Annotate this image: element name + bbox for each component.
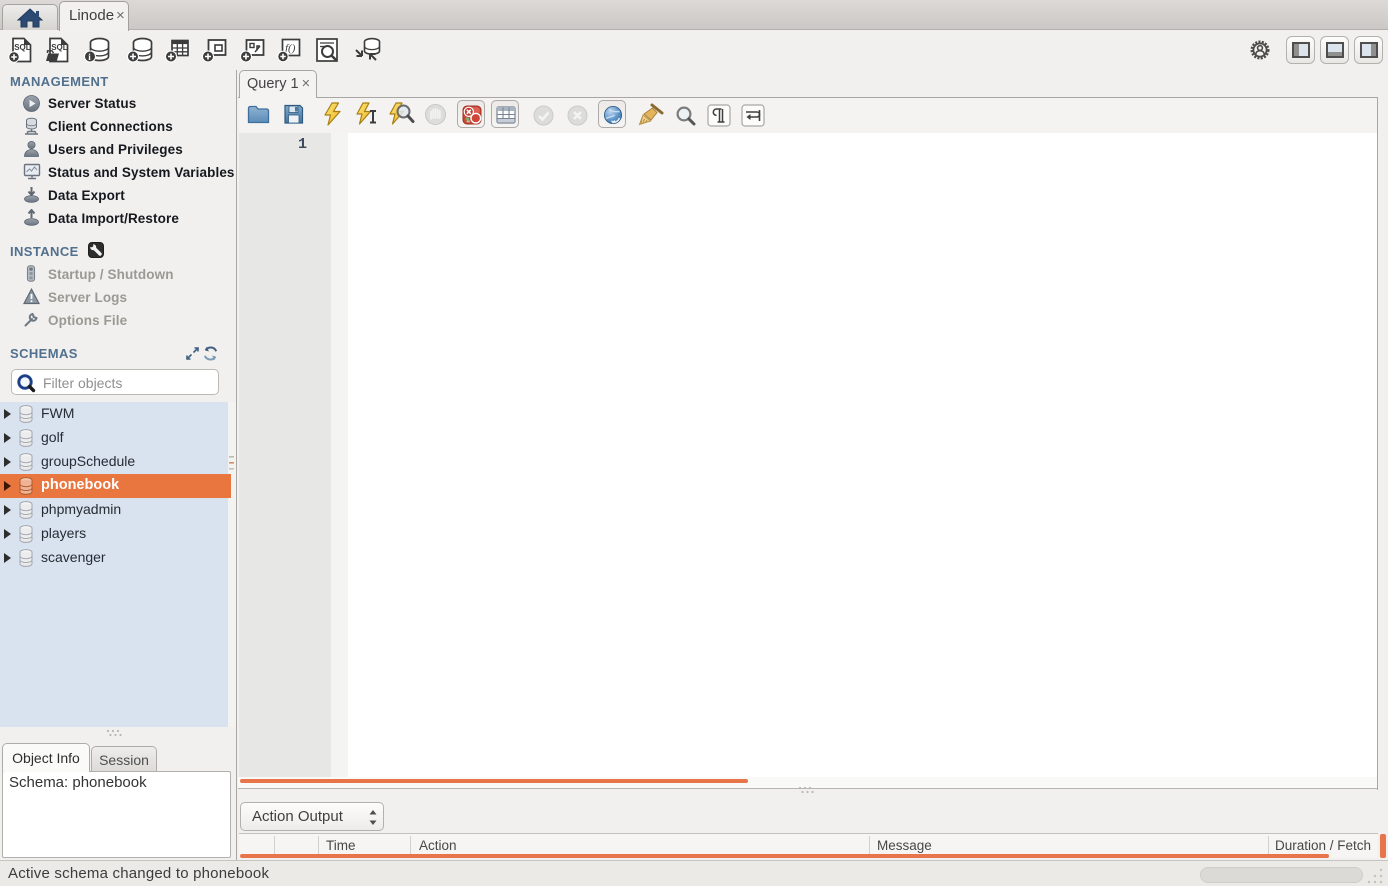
svg-text:SQL: SQL bbox=[14, 43, 31, 52]
svg-text:SQL: SQL bbox=[51, 43, 68, 52]
